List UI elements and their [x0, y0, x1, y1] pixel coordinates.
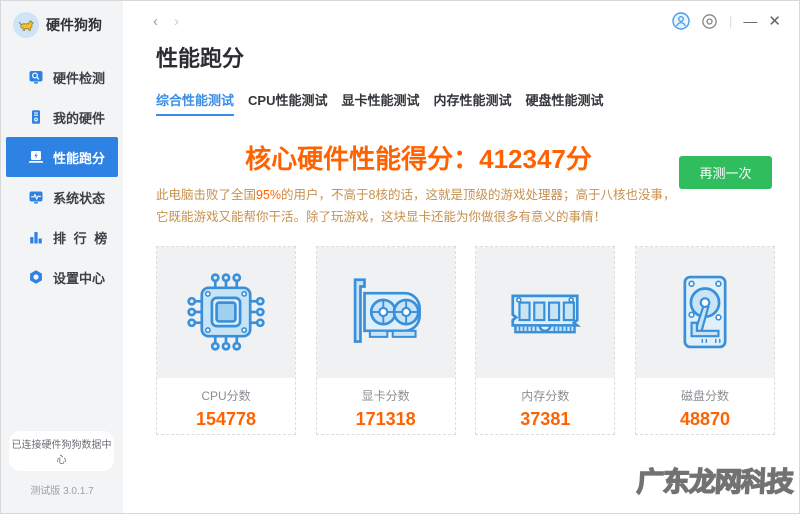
benchmark-icon	[28, 149, 44, 165]
tab-bar: 综合性能测试 CPU性能测试 显卡性能测试 内存性能测试 硬盘性能测试	[156, 90, 775, 116]
sidebar: 硬件狗狗 硬件检测 我的硬件 性能跑分 系统状态 排 行 榜 设置中心 已连接硬…	[1, 1, 123, 513]
gpu-score-card: 显卡分数 171318	[315, 245, 456, 435]
sidebar-item-label: 性能跑分	[53, 150, 106, 166]
controls-divider: |	[729, 13, 733, 29]
sidebar-item-hardware-detect[interactable]: 硬件检测	[6, 57, 118, 97]
forward-icon[interactable]: ›	[174, 13, 179, 30]
sidebar-item-settings[interactable]: 设置中心	[6, 257, 118, 297]
my-hardware-icon	[28, 109, 44, 125]
card-label: 内存分数	[521, 388, 570, 403]
score-cards: CPU分数 154778 显卡分数 171318 内存分数 37381 磁盘分数…	[156, 245, 775, 435]
ram-score-card: 内存分数 37381	[475, 245, 616, 435]
disk-score-value: 48870	[679, 408, 730, 429]
score-section: 核心硬件性能得分：412347分 此电脑击败了全国95%的用户，不高于8核的话，…	[156, 139, 775, 229]
tab-disk[interactable]: 硬盘性能测试	[526, 90, 604, 116]
app-logo: 硬件狗狗	[1, 1, 123, 38]
card-label: 磁盘分数	[680, 388, 729, 403]
app-name: 硬件狗狗	[46, 17, 102, 33]
card-label: CPU分数	[201, 388, 251, 403]
percent-highlight: 95%	[256, 188, 282, 202]
total-score-headline: 核心硬件性能得分：412347分	[245, 144, 592, 174]
cpu-icon	[157, 246, 295, 378]
tab-memory[interactable]: 内存性能测试	[433, 90, 511, 116]
cpu-score-value: 154778	[195, 408, 257, 429]
tab-cpu[interactable]: CPU性能测试	[248, 90, 327, 116]
minimize-button[interactable]: —	[743, 14, 757, 28]
dog-logo-icon	[13, 12, 39, 38]
gear-icon[interactable]	[701, 13, 718, 30]
cpu-score-card: CPU分数 154778	[156, 245, 296, 435]
disk-score-card: 磁盘分数 48870	[634, 245, 775, 435]
window-controls: | — ✕	[672, 12, 781, 30]
system-status-icon	[28, 189, 44, 205]
settings-icon	[28, 269, 44, 285]
sidebar-item-label: 设置中心	[53, 270, 106, 286]
close-button[interactable]: ✕	[768, 14, 781, 29]
sidebar-menu: 硬件检测 我的硬件 性能跑分 系统状态 排 行 榜 设置中心	[1, 57, 123, 297]
page-title: 性能跑分	[156, 46, 245, 71]
hdd-icon	[635, 246, 774, 378]
app-version: 测试版 3.0.1.7	[30, 486, 94, 497]
main-area: ‹ › | — ✕ 性能跑分 综合性能测试 CPU性能测试 显卡性能测试 内存性…	[123, 1, 799, 513]
sidebar-item-my-hardware[interactable]: 我的硬件	[6, 97, 118, 137]
retest-button[interactable]: 再测一次	[679, 156, 772, 189]
sidebar-item-label: 排 行 榜	[53, 230, 110, 246]
tab-gpu[interactable]: 显卡性能测试	[341, 90, 419, 116]
user-avatar-icon[interactable]	[672, 12, 690, 30]
tab-comprehensive[interactable]: 综合性能测试	[156, 90, 235, 116]
card-label: 显卡分数	[361, 388, 410, 403]
description-text: 此电脑击败了全国	[156, 188, 257, 202]
nav-arrows: ‹ ›	[153, 13, 179, 30]
score-description: 此电脑击败了全国95%的用户，不高于8核的话，这就是顶级的游戏处理器；高于八核也…	[156, 185, 681, 229]
ram-icon	[476, 246, 615, 378]
sidebar-item-label: 硬件检测	[53, 70, 106, 86]
app-window: 硬件狗狗 硬件检测 我的硬件 性能跑分 系统状态 排 行 榜 设置中心 已连接硬…	[0, 0, 800, 514]
gpu-icon	[316, 246, 455, 378]
detect-icon	[28, 69, 44, 85]
sidebar-item-ranking[interactable]: 排 行 榜	[6, 217, 118, 257]
ranking-icon	[28, 229, 44, 245]
ram-score-value: 37381	[520, 408, 571, 429]
content: 性能跑分 综合性能测试 CPU性能测试 显卡性能测试 内存性能测试 硬盘性能测试…	[123, 35, 799, 513]
back-icon[interactable]: ‹	[153, 13, 158, 30]
connection-status-pill[interactable]: 已连接硬件狗狗数据中心	[9, 431, 114, 471]
sidebar-item-label: 我的硬件	[53, 110, 106, 126]
topbar: ‹ › | — ✕	[123, 1, 799, 35]
sidebar-item-system-status[interactable]: 系统状态	[6, 177, 118, 217]
sidebar-item-benchmark[interactable]: 性能跑分	[6, 137, 118, 177]
sidebar-item-label: 系统状态	[53, 190, 106, 206]
gpu-score-value: 171318	[355, 408, 416, 429]
